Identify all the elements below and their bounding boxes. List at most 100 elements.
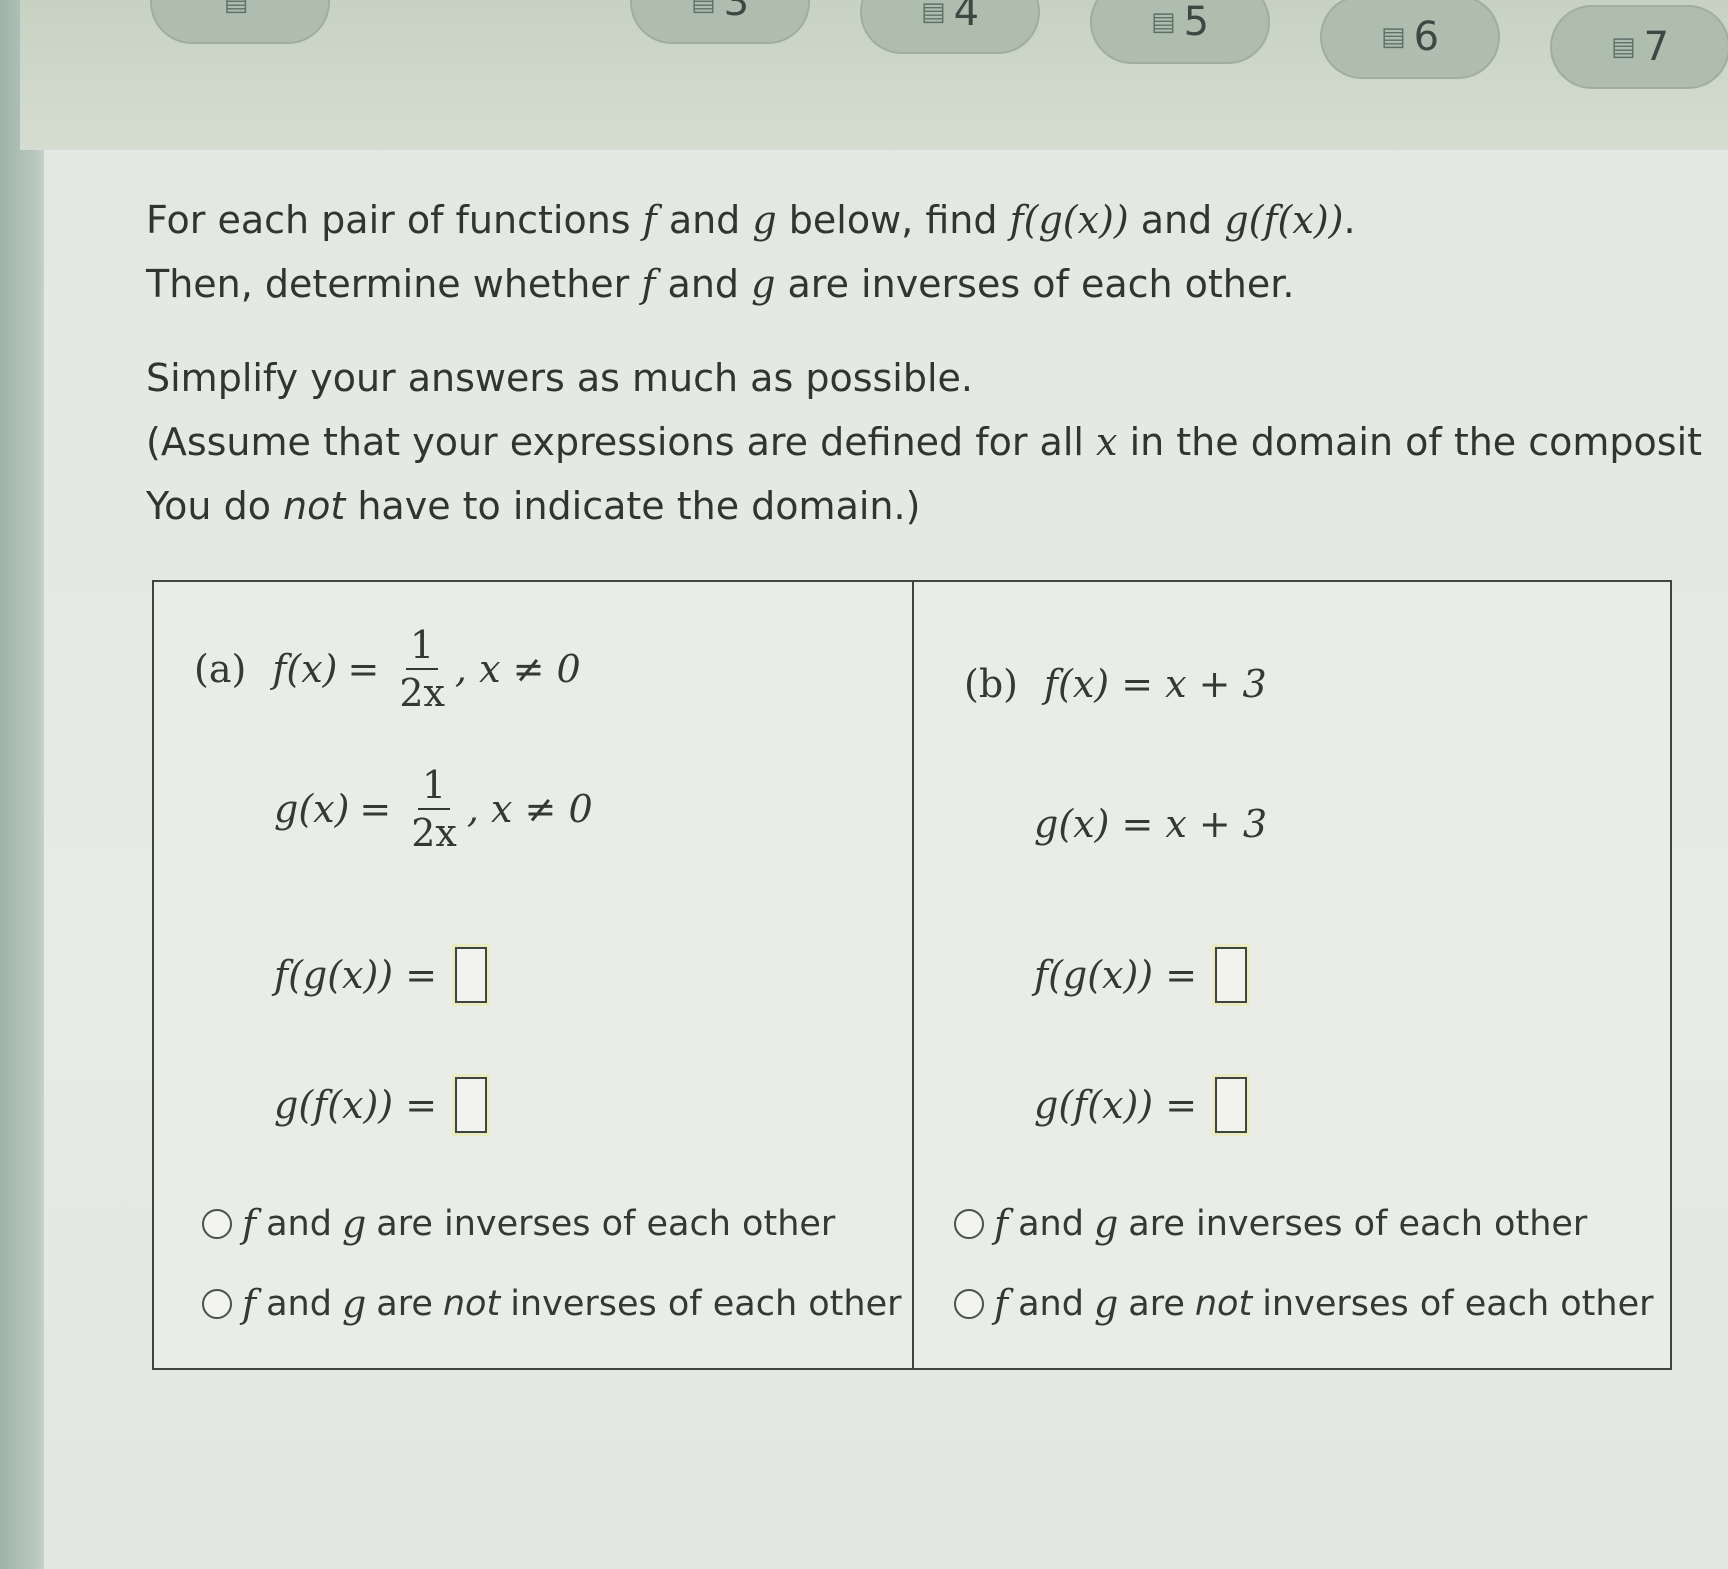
option-text-not: not <box>1194 1284 1253 1324</box>
option-text: inverses of each other <box>1262 1284 1654 1324</box>
text: and <box>656 198 753 242</box>
text: You do <box>146 484 284 528</box>
question-tab-4[interactable]: ▤ 4 <box>860 0 1040 54</box>
fg-label: f(g(x)) = <box>1034 953 1198 997</box>
part-b-fg-answer-row: f(g(x)) = <box>1034 947 1248 1003</box>
part-b-option-not-inverses[interactable]: f and g are not inverses of each other <box>954 1282 1654 1326</box>
math-g: g <box>752 198 777 242</box>
part-b-cell: (b) f(x) = x + 3 g(x) = x + 3 f(g(x)) = … <box>912 582 1670 1368</box>
math-x: x <box>1096 420 1118 464</box>
tab-label: 7 <box>1643 24 1670 70</box>
fg-label: f(g(x)) = <box>274 953 438 997</box>
math-f: f <box>642 198 657 242</box>
question-nav-bar: ▤ ▤ 3 ▤ 4 ▤ 5 ▤ 6 ▤ 7 <box>20 0 1728 150</box>
text: have to indicate the domain.) <box>345 484 921 528</box>
text: below, find <box>776 198 1010 242</box>
math-f: f <box>242 1202 257 1246</box>
math-g: g <box>751 262 776 306</box>
f-definition: f(x) = x + 3 <box>1043 662 1267 706</box>
fg-answer-input[interactable] <box>455 947 488 1003</box>
instruction-line-1: For each pair of functions f and g below… <box>146 188 1716 252</box>
equals-sign: = <box>359 787 392 831</box>
text: For each pair of functions <box>146 198 643 242</box>
option-text-not: not <box>442 1284 501 1324</box>
text: (Assume that your expressions are define… <box>146 420 1097 464</box>
problem-table: (a) f(x) = 1 2x , x ≠ 0 g(x) = 1 2x , x … <box>152 580 1672 1370</box>
domain-condition: , x ≠ 0 <box>454 647 581 691</box>
question-tab-7[interactable]: ▤ 7 <box>1550 5 1728 89</box>
part-b-f-definition: (b) f(x) = x + 3 <box>964 662 1267 706</box>
fraction-denominator: 2x <box>411 811 457 855</box>
part-a-fg-answer-row: f(g(x)) = <box>274 947 488 1003</box>
instruction-line-2: Then, determine whether f and g are inve… <box>146 252 1716 316</box>
math-f: f <box>242 1282 257 1326</box>
math-f: f <box>994 1202 1009 1246</box>
tab-label: 4 <box>953 0 980 35</box>
text: and <box>1128 198 1225 242</box>
math-fg: f(g(x)) <box>1009 198 1129 242</box>
instruction-line-5: You do not have to indicate the domain.) <box>146 474 1716 538</box>
fraction: 1 2x <box>399 622 445 716</box>
part-a-f-definition: (a) f(x) = 1 2x , x ≠ 0 <box>194 622 581 716</box>
part-a-cell: (a) f(x) = 1 2x , x ≠ 0 g(x) = 1 2x , x … <box>154 582 912 1368</box>
part-b-g-definition: g(x) = x + 3 <box>1034 802 1267 846</box>
f-lhs: f(x) <box>272 647 338 691</box>
question-instructions: For each pair of functions f and g below… <box>146 188 1716 538</box>
option-text: are <box>1128 1284 1185 1324</box>
question-tab-5[interactable]: ▤ 5 <box>1090 0 1270 64</box>
math-g: g <box>1093 1282 1119 1326</box>
g-lhs: g(x) <box>274 787 350 831</box>
fraction-numerator: 1 <box>417 762 451 810</box>
part-a-option-inverses[interactable]: f and g are inverses of each other <box>202 1202 835 1246</box>
question-tab-3[interactable]: ▤ 3 <box>630 0 810 44</box>
part-a-g-definition: g(x) = 1 2x , x ≠ 0 <box>274 762 593 856</box>
math-f: f <box>641 262 656 306</box>
radio-button[interactable] <box>954 1209 984 1239</box>
instruction-line-3: Simplify your answers as much as possibl… <box>146 356 974 400</box>
option-text: and <box>266 1284 332 1324</box>
question-tab-6[interactable]: ▤ 6 <box>1320 0 1500 79</box>
part-a-option-not-inverses[interactable]: f and g are not inverses of each other <box>202 1282 902 1326</box>
pages-icon: ▤ <box>1150 7 1176 37</box>
option-text: inverses of each other <box>510 1284 902 1324</box>
text: and <box>655 262 752 306</box>
instruction-line-4: (Assume that your expressions are define… <box>146 410 1716 474</box>
part-a-label: (a) <box>194 647 247 691</box>
part-b-option-inverses[interactable]: f and g are inverses of each other <box>954 1202 1587 1246</box>
text: . <box>1343 198 1356 242</box>
text: are inverses of each other. <box>775 262 1295 306</box>
fraction-denominator: 2x <box>399 671 445 715</box>
fg-answer-input[interactable] <box>1215 947 1248 1003</box>
option-text: and <box>1018 1204 1084 1244</box>
part-b-label: (b) <box>964 662 1018 706</box>
option-text: and <box>266 1204 332 1244</box>
gf-label: g(f(x)) = <box>274 1083 438 1127</box>
text-not: not <box>283 484 346 528</box>
math-g: g <box>341 1282 367 1326</box>
radio-button[interactable] <box>202 1289 232 1319</box>
math-f: f <box>994 1282 1009 1326</box>
math-gf: g(f(x)) <box>1224 198 1344 242</box>
tab-label: 6 <box>1413 14 1440 60</box>
question-tab-2[interactable]: ▤ <box>150 0 330 44</box>
part-a-gf-answer-row: g(f(x)) = <box>274 1077 488 1133</box>
text: in the domain of the composit <box>1117 420 1703 464</box>
gf-label: g(f(x)) = <box>1034 1083 1198 1127</box>
gf-answer-input[interactable] <box>455 1077 488 1133</box>
fraction: 1 2x <box>411 762 457 856</box>
option-text: are <box>376 1284 433 1324</box>
text: Then, determine whether <box>146 262 642 306</box>
radio-button[interactable] <box>202 1209 232 1239</box>
part-b-gf-answer-row: g(f(x)) = <box>1034 1077 1248 1133</box>
pages-icon: ▤ <box>920 0 946 27</box>
fraction-numerator: 1 <box>406 622 439 670</box>
g-definition: g(x) = x + 3 <box>1034 802 1268 846</box>
pages-icon: ▤ <box>1380 22 1406 52</box>
domain-condition: , x ≠ 0 <box>466 787 593 831</box>
pages-icon: ▤ <box>1610 32 1636 62</box>
math-g: g <box>341 1202 367 1246</box>
gf-answer-input[interactable] <box>1215 1077 1248 1133</box>
radio-button[interactable] <box>954 1289 984 1319</box>
math-g: g <box>1093 1202 1119 1246</box>
